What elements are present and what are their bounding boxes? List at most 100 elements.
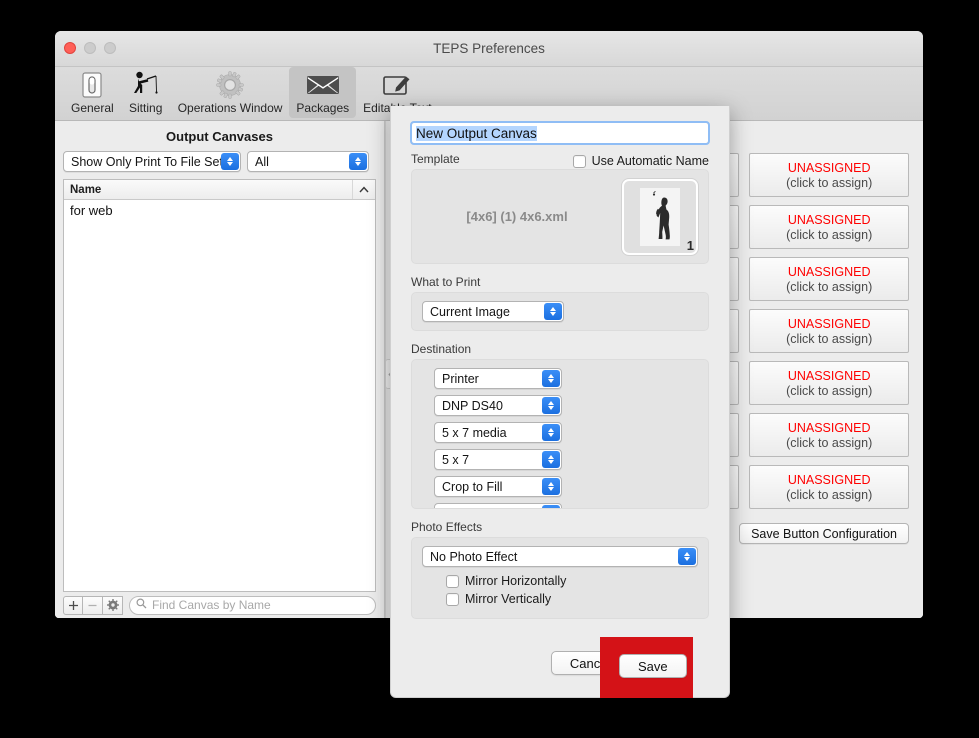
print-size-dropdown[interactable]: 5 x 7 [434, 449, 562, 470]
package-button-hint: (click to assign) [786, 331, 873, 346]
package-button[interactable]: UNASSIGNED(click to assign) [749, 361, 909, 405]
canvas-settings-gear-icon[interactable] [103, 595, 123, 615]
toolbar-item-sitting[interactable]: Sitting [121, 67, 171, 118]
destination-group[interactable]: Printer DNP DS40 5 x 7 media 5 x 7 Crop to F… [411, 359, 709, 509]
window-title: TEPS Preferences [433, 41, 545, 56]
window-titlebar: TEPS Preferences [55, 31, 923, 67]
chevron-updown-icon [349, 153, 367, 170]
fit-mode-dropdown[interactable]: Crop to Fill [434, 476, 562, 497]
package-button-hint: (click to assign) [786, 175, 873, 190]
finish-dropdown[interactable]: Glossy [434, 503, 562, 509]
package-button[interactable]: UNASSIGNED(click to assign) [749, 465, 909, 509]
mirror-vertically-row[interactable]: Mirror Vertically [446, 592, 698, 606]
edit-box-icon [382, 69, 412, 100]
finish-value: Glossy [442, 507, 480, 509]
use-automatic-name-label: Use Automatic Name [591, 154, 709, 168]
use-automatic-name-row[interactable]: Use Automatic Name [572, 154, 709, 168]
template-name: [4x6] (1) 4x6.xml [466, 209, 568, 224]
output-type-value: Printer [442, 371, 479, 386]
photo-effect-dropdown[interactable]: No Photo Effect [422, 546, 698, 567]
template-thumbnail-image [640, 187, 680, 246]
template-group: [4x6] (1) 4x6.xml 1 [411, 169, 709, 264]
package-button[interactable]: UNASSIGNED(click to assign) [749, 153, 909, 197]
mirror-vertically-label: Mirror Vertically [465, 592, 552, 606]
package-button-hint: (click to assign) [786, 227, 873, 242]
gear-icon [215, 69, 245, 100]
general-icon [79, 69, 105, 100]
mirror-horizontally-checkbox[interactable] [446, 574, 459, 588]
canvas-name-cell: for web [70, 202, 113, 218]
package-button[interactable]: UNASSIGNED(click to assign) [749, 413, 909, 457]
media-size-value: 5 x 7 media [442, 425, 507, 440]
column-header-name[interactable]: Name [64, 180, 353, 199]
output-canvases-pane: Output Canvases Show Only Print To File … [55, 121, 385, 618]
canvas-name-value: New Output Canvas [416, 125, 537, 141]
toolbar-item-general-label: General [71, 101, 114, 115]
output-canvases-title: Output Canvases [166, 129, 273, 144]
toolbar-item-sitting-label: Sitting [129, 101, 163, 115]
mirror-horizontally-row[interactable]: Mirror Horizontally [446, 574, 698, 588]
table-row[interactable]: for web [64, 200, 375, 220]
package-button[interactable]: UNASSIGNED(click to assign) [749, 205, 909, 249]
package-button[interactable]: UNASSIGNED(click to assign) [749, 257, 909, 301]
chevron-updown-icon [544, 303, 562, 320]
printer-model-value: DNP DS40 [442, 398, 503, 413]
mirror-horizontally-label: Mirror Horizontally [465, 574, 567, 588]
print-size-value: 5 x 7 [442, 452, 470, 467]
toolbar-item-packages-label: Packages [296, 101, 350, 115]
toolbar-item-operations-window-label: Operations Window [177, 101, 283, 115]
canvas-name-input[interactable]: New Output Canvas [410, 121, 710, 145]
template-thumbnail-number: 1 [686, 237, 694, 253]
photo-effects-label: Photo Effects [411, 520, 483, 534]
chevron-updown-icon [542, 424, 560, 441]
search-placeholder: Find Canvas by Name [152, 598, 271, 612]
fit-mode-value: Crop to Fill [442, 479, 503, 494]
what-to-print-value: Current Image [430, 304, 510, 319]
media-size-dropdown[interactable]: 5 x 7 media [434, 422, 562, 443]
filter-primary-value: Show Only Print To File Sets [71, 154, 230, 169]
canvas-filters: Show Only Print To File Sets All [55, 151, 384, 179]
mirror-vertically-checkbox[interactable] [446, 592, 459, 606]
filter-secondary-dropdown[interactable]: All [247, 151, 369, 172]
toolbar-item-general[interactable]: General [64, 67, 121, 118]
chevron-updown-icon [542, 505, 560, 508]
canvas-list-toolbar: Find Canvas by Name [55, 592, 384, 618]
sort-ascending-icon[interactable] [353, 186, 375, 193]
what-to-print-group: Current Image [411, 292, 709, 331]
new-output-canvas-sheet: New Output Canvas Use Automatic Name Tem… [390, 106, 730, 698]
template-thumbnail[interactable]: 1 [622, 178, 698, 255]
save-button[interactable]: Save [619, 654, 687, 678]
search-input[interactable]: Find Canvas by Name [129, 595, 376, 615]
package-button-status: UNASSIGNED [787, 420, 871, 435]
output-type-dropdown[interactable]: Printer [434, 368, 562, 389]
chevron-updown-icon [678, 548, 696, 565]
canvas-table[interactable]: Name for web [63, 179, 376, 592]
photo-effect-value: No Photo Effect [430, 549, 518, 564]
save-button-configuration-button[interactable]: Save Button Configuration [739, 523, 909, 544]
package-button-status: UNASSIGNED [787, 368, 871, 383]
toolbar-item-packages[interactable]: Packages [289, 67, 357, 118]
photo-effects-group: No Photo Effect Mirror Horizontally Mirr… [411, 537, 709, 619]
add-canvas-button[interactable] [63, 595, 83, 615]
remove-canvas-button[interactable] [83, 595, 103, 615]
package-button-status: UNASSIGNED [787, 160, 871, 175]
package-button-status: UNASSIGNED [787, 212, 871, 227]
package-button[interactable]: UNASSIGNED(click to assign) [749, 309, 909, 353]
chevron-updown-icon [542, 397, 560, 414]
save-button-wrapper: Save [619, 654, 687, 678]
printer-model-dropdown[interactable]: DNP DS40 [434, 395, 562, 416]
chevron-updown-icon [221, 153, 239, 170]
what-to-print-dropdown[interactable]: Current Image [422, 301, 564, 322]
package-button-hint: (click to assign) [786, 383, 873, 398]
envelope-icon [306, 69, 340, 100]
save-button-configuration-label: Save Button Configuration [751, 526, 897, 541]
filter-primary-dropdown[interactable]: Show Only Print To File Sets [63, 151, 241, 172]
chevron-updown-icon [542, 370, 560, 387]
use-automatic-name-checkbox[interactable] [572, 154, 586, 168]
package-button-hint: (click to assign) [786, 279, 873, 294]
package-button-hint: (click to assign) [786, 435, 873, 450]
toolbar-item-operations-window[interactable]: Operations Window [171, 67, 290, 118]
what-to-print-label: What to Print [411, 275, 481, 289]
destination-label: Destination [411, 342, 472, 356]
package-button-status: UNASSIGNED [787, 264, 871, 279]
